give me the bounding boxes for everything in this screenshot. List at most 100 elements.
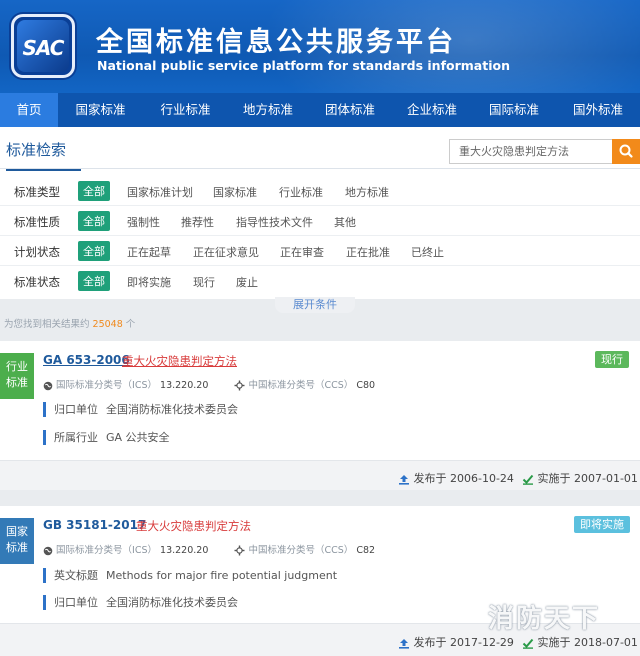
info-key: 归口单位 <box>54 596 98 609</box>
upload-icon <box>399 638 409 649</box>
divider <box>0 168 640 169</box>
publish-date: 发布于 2006-10-24 <box>398 470 514 486</box>
check-icon <box>522 474 534 485</box>
search-input[interactable]: 重大火灾隐患判定方法 <box>449 139 613 164</box>
result-card: 行业 标准 GA 653-2006 重大火灾隐患判定方法 现行 国际标准分类号（I… <box>0 341 640 490</box>
nav-international-standards[interactable]: 国际标准 <box>472 93 556 127</box>
result-count: 为您找到相关结果约 25048 个 <box>4 316 135 330</box>
standard-code: GA 653-2006 <box>43 353 130 367</box>
search-button[interactable] <box>612 139 640 164</box>
info-row: 归口单位 全国消防标准化技术委员会 <box>43 402 238 417</box>
crosshair-icon <box>234 545 245 556</box>
card-footer: 发布于 2006-10-24 实施于 2007-01-01 <box>0 460 640 490</box>
nav-local-standards[interactable]: 地方标准 <box>228 93 308 127</box>
filter-option[interactable]: 正在审查 <box>280 244 324 260</box>
info-row: 英文标题 Methods for major fire potential jud… <box>43 568 337 583</box>
implement-date-text: 实施于 2018-07-01 <box>537 636 638 649</box>
result-count-prefix: 为您找到相关结果约 <box>4 319 93 330</box>
filter-label: 标准类型 <box>14 185 60 199</box>
globe-icon <box>43 546 53 555</box>
implement-date: 实施于 2018-07-01 <box>522 634 638 650</box>
info-value: GA 公共安全 <box>106 431 170 444</box>
filter-option[interactable]: 国家标准计划 <box>127 184 193 200</box>
site-title-cn: 全国标准信息公共服务平台 <box>96 27 456 58</box>
expand-filters-button[interactable]: 展开条件 <box>275 297 355 313</box>
main-nav: 首页 国家标准 行业标准 地方标准 团体标准 企业标准 国际标准 国外标准 <box>0 93 640 127</box>
filter-row-standard-type: 标准类型 全部 国家标准计划 国家标准 行业标准 地方标准 <box>0 176 640 206</box>
filter-option[interactable]: 国家标准 <box>213 184 257 200</box>
nav-group-standards[interactable]: 团体标准 <box>308 93 392 127</box>
info-key: 英文标题 <box>54 569 98 582</box>
site-header: SAC 全国标准信息公共服务平台 National public service… <box>0 0 640 93</box>
status-badge: 现行 <box>595 351 629 368</box>
filter-option[interactable]: 其他 <box>334 214 356 230</box>
result-count-number: 25048 <box>92 319 123 330</box>
ics-label: 国际标准分类号（ICS） <box>56 380 157 391</box>
watermark-text: 消防天下 <box>488 604 601 634</box>
info-row: 归口单位 全国消防标准化技术委员会 <box>43 595 238 610</box>
filter-row-standard-status: 标准状态 全部 即将实施 现行 废止 <box>0 266 640 296</box>
status-badge: 即将实施 <box>574 516 630 533</box>
category-tag: 国家 标准 <box>0 518 34 564</box>
info-value: Methods for major fire potential judgmen… <box>106 569 338 582</box>
publish-date-text: 发布于 2017-12-29 <box>413 636 514 649</box>
publish-date: 发布于 2017-12-29 <box>398 634 514 650</box>
filter-option-all[interactable]: 全部 <box>78 241 110 261</box>
ccs-label: 中国标准分类号（CCS） <box>248 545 354 556</box>
sac-logo[interactable]: SAC <box>11 14 75 78</box>
logo-text: SAC <box>22 36 65 60</box>
implement-date-text: 实施于 2007-01-01 <box>537 472 638 485</box>
standard-code-link[interactable]: GB 35181-2017 <box>43 518 146 532</box>
upload-icon <box>399 474 409 485</box>
result-count-suffix: 个 <box>122 319 136 330</box>
search-title: 标准检索 <box>6 139 81 171</box>
filter-option[interactable]: 地方标准 <box>345 184 389 200</box>
filter-option[interactable]: 行业标准 <box>279 184 323 200</box>
filter-option[interactable]: 推荐性 <box>181 214 214 230</box>
classification-line: 国际标准分类号（ICS） 13.220.20 中国标准分类号（CCS） C82 <box>43 542 375 556</box>
standard-name-link[interactable]: 重大火灾隐患判定方法 <box>136 518 251 534</box>
filter-option-all[interactable]: 全部 <box>78 181 110 201</box>
crosshair-icon <box>234 380 245 391</box>
check-icon <box>522 638 534 649</box>
filter-label: 标准性质 <box>14 215 60 229</box>
info-key: 所属行业 <box>54 431 98 444</box>
nav-industry-standards[interactable]: 行业标准 <box>143 93 228 127</box>
ics-value: 13.220.20 <box>160 380 209 391</box>
filter-option-all[interactable]: 全部 <box>78 271 110 291</box>
search-icon <box>619 144 633 158</box>
filter-row-standard-nature: 标准性质 全部 强制性 推荐性 指导性技术文件 其他 <box>0 206 640 236</box>
filter-option-all[interactable]: 全部 <box>78 211 110 231</box>
filter-option[interactable]: 已终止 <box>411 244 444 260</box>
filter-option[interactable]: 正在征求意见 <box>193 244 259 260</box>
nav-home[interactable]: 首页 <box>0 93 58 127</box>
ccs-value: C80 <box>356 380 376 391</box>
filter-option[interactable]: 现行 <box>193 274 215 290</box>
nav-enterprise-standards[interactable]: 企业标准 <box>392 93 472 127</box>
standard-code: GB 35181-2017 <box>43 518 147 532</box>
filter-label: 标准状态 <box>14 275 60 289</box>
classification-line: 国际标准分类号（ICS） 13.220.20 中国标准分类号（CCS） C80 <box>43 377 375 391</box>
filter-label: 计划状态 <box>14 245 60 259</box>
nav-foreign-standards[interactable]: 国外标准 <box>556 93 640 127</box>
filter-option[interactable]: 即将实施 <box>127 274 171 290</box>
info-value: 全国消防标准化技术委员会 <box>106 596 238 609</box>
filter-row-plan-status: 计划状态 全部 正在起草 正在征求意见 正在审查 正在批准 已终止 <box>0 236 640 266</box>
filter-option[interactable]: 强制性 <box>127 214 160 230</box>
category-tag: 行业 标准 <box>0 353 34 399</box>
info-row: 所属行业 GA 公共安全 <box>43 430 170 445</box>
filter-option[interactable]: 正在批准 <box>346 244 390 260</box>
info-key: 归口单位 <box>54 403 98 416</box>
filter-option[interactable]: 废止 <box>236 274 258 290</box>
standard-code-link[interactable]: GA 653-2006 <box>43 353 130 367</box>
nav-national-standards[interactable]: 国家标准 <box>58 93 143 127</box>
publish-date-text: 发布于 2006-10-24 <box>413 472 514 485</box>
ccs-label: 中国标准分类号（CCS） <box>248 380 354 391</box>
site-title-en: National public service platform for sta… <box>97 58 510 73</box>
filter-option[interactable]: 正在起草 <box>127 244 171 260</box>
globe-icon <box>43 381 53 390</box>
ccs-value: C82 <box>356 545 376 556</box>
filter-option[interactable]: 指导性技术文件 <box>236 214 313 230</box>
standard-name-link[interactable]: 重大火灾隐患判定方法 <box>122 353 237 369</box>
implement-date: 实施于 2007-01-01 <box>522 470 638 486</box>
